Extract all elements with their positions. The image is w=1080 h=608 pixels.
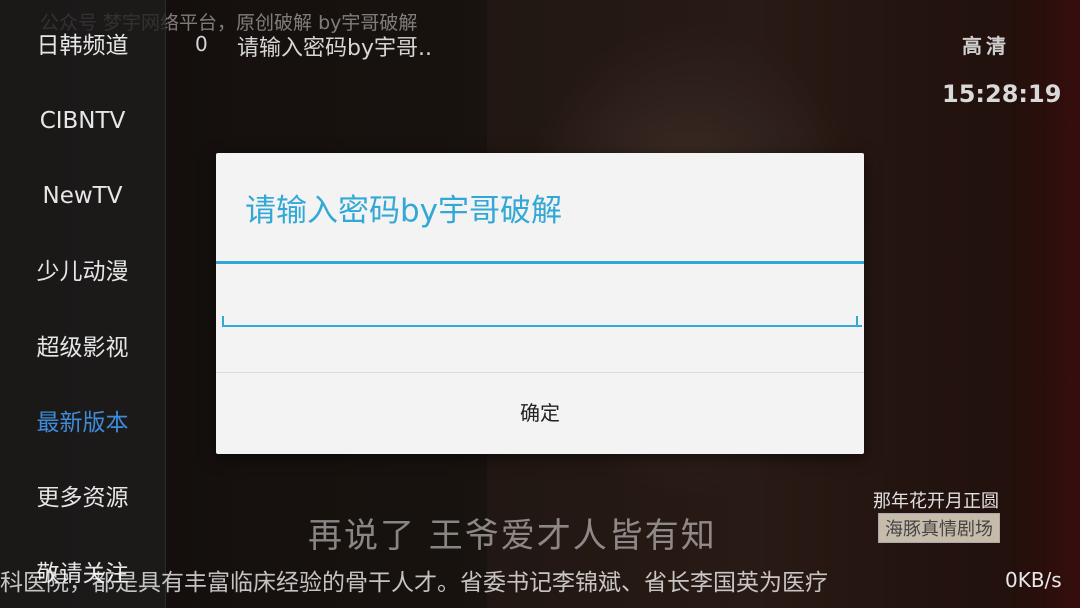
sidebar-item-more-resources[interactable]: 更多资源 xyxy=(0,478,165,518)
sidebar-item-super-movies[interactable]: 超级影视 xyxy=(0,328,165,368)
dialog-title: 请输入密码by宇哥破解 xyxy=(245,193,563,229)
category-sidebar: 日韩频道 CIBNTV NewTV 少儿动漫 超级影视 最新版本 更多资源 敬请… xyxy=(0,0,166,608)
password-input[interactable] xyxy=(222,289,862,327)
show-title-watermark: 那年花开月正圆 xyxy=(873,491,999,512)
quality-badge: 高清 xyxy=(962,34,1010,58)
confirm-button[interactable]: 确定 xyxy=(216,373,864,454)
clock: 15:28:19 xyxy=(942,80,1062,108)
password-dialog: 请输入密码by宇哥破解 确定 xyxy=(216,153,864,454)
sidebar-item-kids-anime[interactable]: 少儿动漫 xyxy=(0,252,165,292)
video-subtitle: 再说了 王爷爱才人皆有知 xyxy=(308,516,717,556)
input-right-tick xyxy=(856,316,858,325)
channel-number: 0 xyxy=(195,32,208,56)
channel-logo: 海豚真情剧场 xyxy=(878,513,1000,543)
news-ticker: 科医院，都是具有丰富临床经验的骨干人才。省委书记李锦斌、省长李国英为医疗 xyxy=(0,570,828,596)
channel-list-item[interactable]: 请输入密码by宇哥.. xyxy=(237,30,432,62)
network-speed: 0KB/s xyxy=(1005,568,1062,592)
sidebar-item-newtv[interactable]: NewTV xyxy=(0,176,165,216)
sidebar-item-japan-korea[interactable]: 日韩频道 xyxy=(0,26,165,66)
title-divider xyxy=(216,261,864,264)
sidebar-item-cibntv[interactable]: CIBNTV xyxy=(0,101,165,141)
input-left-tick xyxy=(222,316,224,325)
sidebar-item-latest-version[interactable]: 最新版本 xyxy=(0,403,165,443)
